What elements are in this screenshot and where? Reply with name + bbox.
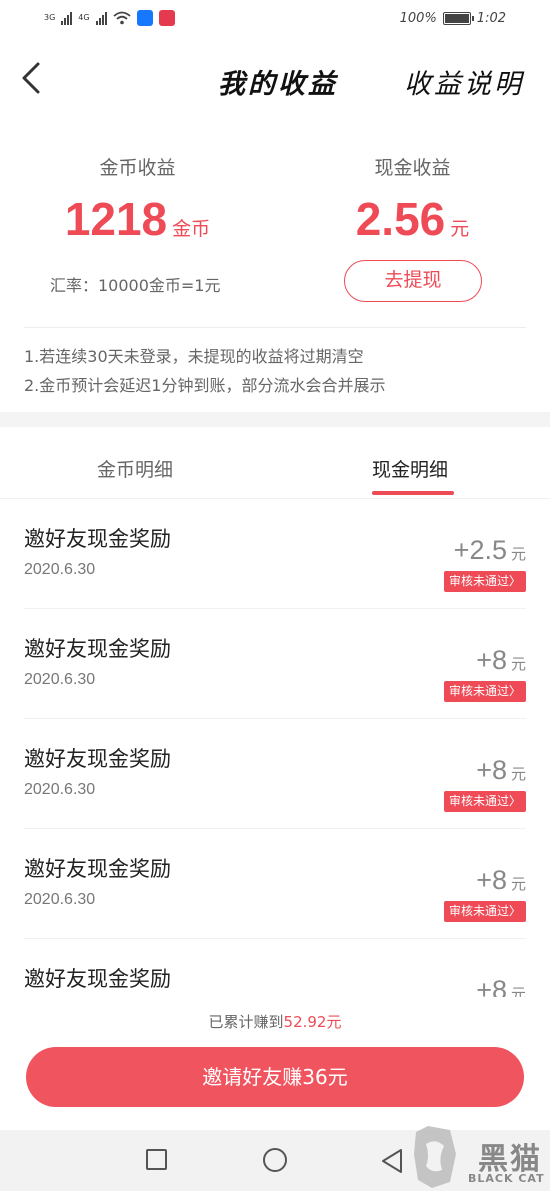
page-title: 我的收益 (218, 69, 338, 100)
record-name: 邀好友现金奖励 (24, 527, 171, 551)
record-amount-unit: 元 (510, 875, 526, 893)
total-earned-value: 52.92元 (283, 1013, 342, 1031)
exchange-rate: 汇率：10000金币=1元 (50, 276, 221, 295)
coin-earnings-label: 金币收益 (99, 157, 176, 179)
status-bar: 3G 4G 100% 1:02 (0, 0, 550, 40)
detail-tabs: 金币明细 现金明细 (0, 427, 550, 499)
divider (24, 327, 526, 328)
status-left: 3G 4G (44, 10, 175, 26)
signal-icon (61, 11, 73, 25)
home-icon[interactable] (263, 1148, 287, 1172)
footer: 已累计赚到52.92元 邀请好友赚36元 (0, 997, 550, 1130)
battery-icon (442, 12, 474, 25)
back-arrow-icon[interactable] (18, 58, 46, 98)
cash-amount-unit: 元 (450, 218, 470, 240)
record-amount: +8 元 (476, 975, 526, 997)
back-icon[interactable] (380, 1148, 404, 1174)
record-date: 2020.6.30 (24, 891, 96, 908)
coin-amount-value: 1218 (64, 193, 168, 245)
record-amount-value: +8 (476, 865, 507, 895)
watermark-subtext: BLACK CAT (468, 1172, 545, 1185)
record-amount-value: +8 (476, 755, 507, 785)
record-name: 邀好友现金奖励 (24, 747, 171, 771)
note-line: 2.金币预计会延迟1分钟到账，部分流水会合并展示 (24, 376, 386, 395)
note-line: 1.若连续30天未登录，未提现的收益将过期清空 (24, 347, 364, 366)
record-amount: +8 元 (476, 865, 526, 896)
record-amount-value: +8 (476, 975, 507, 997)
app-notification-icon (158, 10, 175, 26)
recent-apps-icon[interactable] (146, 1149, 167, 1170)
cash-amount-value: 2.56 (355, 193, 446, 245)
list-item[interactable]: 邀好友现金奖励 2020.6.30 +8 元 审核未通过〉 (24, 829, 526, 939)
record-amount-unit: 元 (510, 765, 526, 783)
withdraw-button[interactable]: 去提现 (344, 260, 482, 302)
coin-amount: 1218 金币 (0, 192, 275, 248)
cash-amount: 2.56 元 (275, 192, 550, 248)
signal-icon (95, 11, 107, 25)
tab-cash-details[interactable]: 现金明细 (372, 455, 448, 482)
record-name: 邀好友现金奖励 (24, 857, 171, 881)
record-amount-unit: 元 (510, 655, 526, 673)
list-item[interactable]: 邀好友现金奖励 2020.6.30 +8 元 审核未通过〉 (24, 719, 526, 829)
earnings-explanation-link[interactable]: 收益说明 (404, 62, 524, 101)
total-earned-label: 已累计赚到 (208, 1013, 284, 1031)
record-amount: +8 元 (476, 755, 526, 786)
cash-earnings-label: 现金收益 (374, 157, 451, 179)
battery-percent: 100% (399, 11, 437, 26)
clock: 1:02 (476, 11, 506, 26)
status-badge[interactable]: 审核未通过〉 (443, 571, 526, 592)
list-item[interactable]: 邀好友现金奖励 2020.6.30 +8 元 审核未通过〉 (24, 609, 526, 719)
coin-amount-unit: 金币 (172, 218, 211, 240)
record-amount-value: +8 (476, 645, 507, 675)
status-badge[interactable]: 审核未通过〉 (443, 791, 526, 812)
record-date: 2020.6.30 (24, 671, 96, 688)
record-amount-value: +2.5 (453, 535, 507, 565)
record-amount: +8 元 (476, 645, 526, 676)
status-badge[interactable]: 审核未通过〉 (443, 901, 526, 922)
record-amount-unit: 元 (510, 545, 526, 563)
record-name: 邀好友现金奖励 (24, 637, 171, 661)
notes: 1.若连续30天未登录，未提现的收益将过期清空 2.金币预计会延迟1分钟到账，部… (24, 342, 385, 400)
invite-friends-button[interactable]: 邀请好友赚36元 (26, 1047, 524, 1107)
wifi-icon (113, 11, 131, 25)
record-name: 邀好友现金奖励 (24, 967, 171, 991)
coin-earnings: 金币收益 1218 金币 (0, 120, 275, 248)
detail-panel: 金币明细 现金明细 邀好友现金奖励 2020.6.30 +2.5 元 审核未通过… (0, 427, 550, 997)
record-amount: +2.5 元 (454, 535, 526, 566)
active-tab-indicator (372, 491, 454, 495)
network-type-2: 4G (78, 13, 90, 22)
status-badge[interactable]: 审核未通过〉 (443, 681, 526, 702)
total-earned: 已累计赚到52.92元 (0, 1011, 550, 1032)
cash-earnings: 现金收益 2.56 元 (275, 120, 550, 248)
network-type-1: 3G (44, 13, 56, 22)
record-amount-unit: 元 (510, 985, 526, 997)
list-item[interactable]: 邀好友现金奖励 2020.6.30 +2.5 元 审核未通过〉 (24, 499, 526, 609)
list-item[interactable]: 邀好友现金奖励 +8 元 (24, 939, 526, 997)
record-date: 2020.6.30 (24, 561, 96, 578)
status-right: 100% 1:02 (400, 11, 506, 26)
earnings-summary: 金币收益 1218 金币 现金收益 2.56 元 汇率：10000金币=1元 去… (0, 120, 550, 412)
tab-coin-details[interactable]: 金币明细 (97, 455, 173, 482)
record-date: 2020.6.30 (24, 781, 96, 798)
alipay-icon (136, 10, 153, 26)
header: 我的收益 收益说明 (0, 40, 550, 120)
